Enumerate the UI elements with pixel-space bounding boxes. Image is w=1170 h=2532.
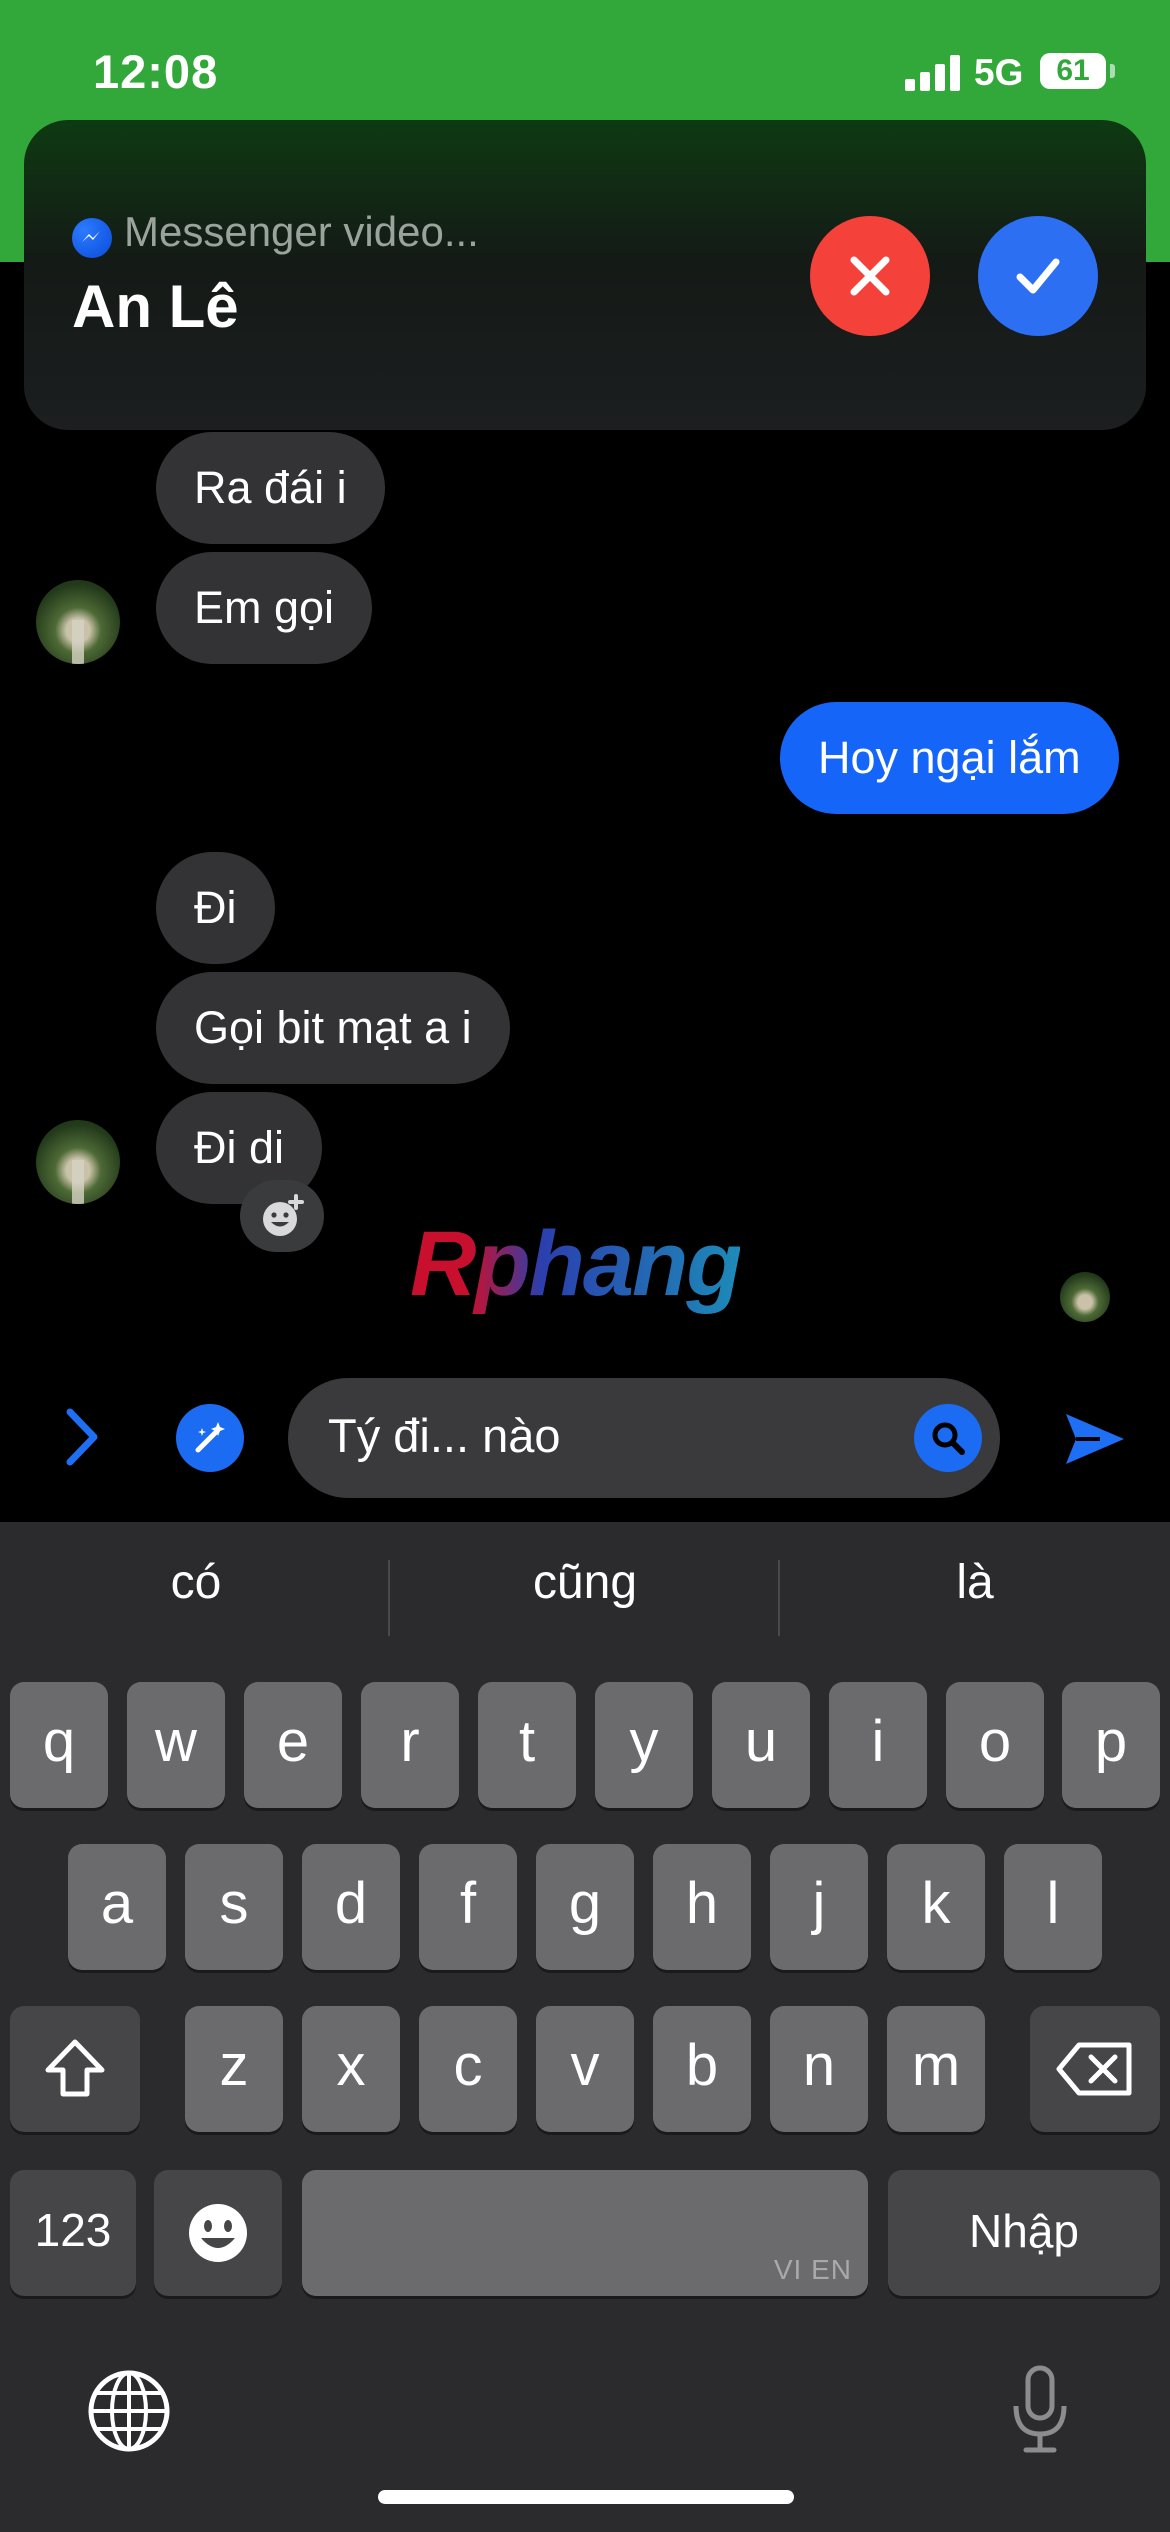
status-time: 12:08 <box>93 45 219 98</box>
emoji-key[interactable] <box>154 2170 282 2296</box>
key-f[interactable]: f <box>419 1844 517 1970</box>
numbers-key[interactable]: 123 <box>10 2170 136 2296</box>
network-type: 5G <box>974 52 1024 93</box>
watermark-logo: Rphang <box>410 1213 742 1315</box>
key-l[interactable]: l <box>1004 1844 1102 1970</box>
emoji-icon <box>189 2204 247 2262</box>
suggestion-divider <box>778 1560 780 1636</box>
key-z[interactable]: z <box>185 2006 283 2132</box>
key-k[interactable]: k <box>887 1844 985 1970</box>
caller-name: An Lê <box>72 273 239 340</box>
key-r[interactable]: r <box>361 1682 459 1808</box>
backspace-key[interactable] <box>1030 2006 1160 2132</box>
shift-key[interactable] <box>10 2006 140 2132</box>
ai-magic-button[interactable] <box>176 1404 244 1472</box>
backspace-icon <box>1056 2042 1132 2096</box>
key-v[interactable]: v <box>536 2006 634 2132</box>
messenger-icon <box>72 218 112 258</box>
battery-icon: 61 <box>1040 53 1106 89</box>
contact-avatar[interactable] <box>36 580 120 664</box>
key-n[interactable]: n <box>770 2006 868 2132</box>
key-a[interactable]: a <box>68 1844 166 1970</box>
shift-arrow-icon <box>45 2039 105 2097</box>
key-t[interactable]: t <box>478 1682 576 1808</box>
key-d[interactable]: d <box>302 1844 400 1970</box>
key-i[interactable]: i <box>829 1682 927 1808</box>
suggestion-3[interactable]: là <box>825 1555 1125 1610</box>
close-icon <box>850 256 890 296</box>
key-j[interactable]: j <box>770 1844 868 1970</box>
expand-actions-button[interactable] <box>56 1404 108 1470</box>
globe-icon <box>88 2370 170 2452</box>
chevron-right-icon <box>66 1408 98 1466</box>
suggestion-1[interactable]: có <box>46 1555 346 1610</box>
message-bubble-received[interactable]: Em gọi <box>156 552 373 664</box>
key-e[interactable]: e <box>244 1682 342 1808</box>
battery-tip-icon <box>1110 64 1115 78</box>
key-b[interactable]: b <box>653 2006 751 2132</box>
cellular-signal-icon <box>905 55 961 91</box>
home-indicator[interactable] <box>378 2490 794 2504</box>
key-s[interactable]: s <box>185 1844 283 1970</box>
add-reaction-button[interactable] <box>240 1180 324 1252</box>
contact-avatar[interactable] <box>36 1120 120 1204</box>
space-key[interactable]: VI EN <box>302 2170 868 2296</box>
key-q[interactable]: q <box>10 1682 108 1808</box>
globe-key[interactable] <box>84 2366 174 2456</box>
message-bubble-received[interactable]: Gọi bit mạt a i <box>156 972 510 1084</box>
search-icon <box>932 1422 965 1455</box>
space-language-label: VI EN <box>773 2254 852 2285</box>
send-icon <box>1066 1414 1124 1464</box>
suggestion-2[interactable]: cũng <box>435 1555 735 1610</box>
key-y[interactable]: y <box>595 1682 693 1808</box>
microphone-icon <box>1013 2365 1067 2453</box>
key-g[interactable]: g <box>536 1844 634 1970</box>
decline-call-button[interactable] <box>810 216 930 336</box>
key-u[interactable]: u <box>712 1682 810 1808</box>
key-m[interactable]: m <box>887 2006 985 2132</box>
call-app-subtitle: Messenger video... <box>124 208 479 255</box>
key-x[interactable]: x <box>302 2006 400 2132</box>
key-o[interactable]: o <box>946 1682 1044 1808</box>
dictation-key[interactable] <box>1010 2364 1070 2456</box>
enter-key[interactable]: Nhập <box>888 2170 1160 2296</box>
magic-pen-icon <box>195 1422 225 1453</box>
suggestion-divider <box>388 1560 390 1636</box>
checkmark-icon <box>1016 258 1060 294</box>
search-button[interactable] <box>914 1404 982 1472</box>
message-input-text[interactable]: Tý đi... nào <box>328 1408 561 1463</box>
key-h[interactable]: h <box>653 1844 751 1970</box>
key-p[interactable]: p <box>1062 1682 1160 1808</box>
seen-indicator-avatar <box>1060 1272 1110 1322</box>
message-bubble-sent[interactable]: Hoy ngại lắm <box>780 702 1119 814</box>
accept-call-button[interactable] <box>978 216 1098 336</box>
key-c[interactable]: c <box>419 2006 517 2132</box>
message-bubble-received[interactable]: Đi <box>156 852 275 964</box>
message-bubble-received[interactable]: Ra đái i <box>156 432 385 544</box>
smiley-plus-icon <box>263 1194 304 1236</box>
send-button[interactable] <box>1060 1404 1130 1474</box>
key-w[interactable]: w <box>127 1682 225 1808</box>
